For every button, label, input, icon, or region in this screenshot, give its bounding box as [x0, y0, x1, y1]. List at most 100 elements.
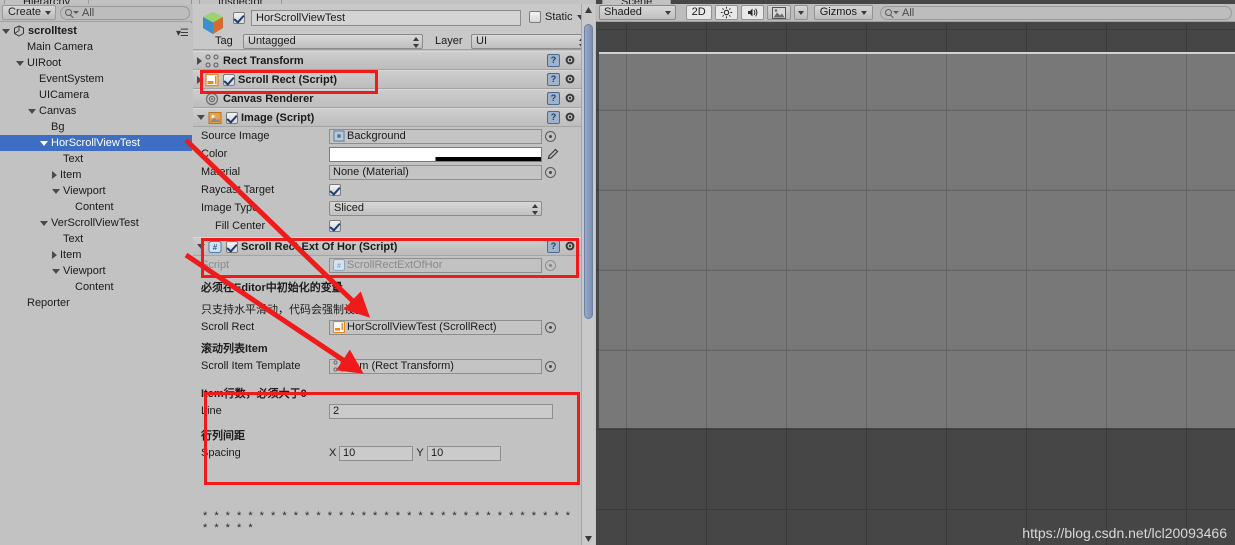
chevron-down-icon: [797, 10, 804, 15]
component-header-scroll-rect-ext[interactable]: # Scroll Rect Ext Of Hor (Script) ?: [193, 237, 581, 256]
component-header-scroll-rect[interactable]: Scroll Rect (Script) ?: [193, 70, 581, 89]
scroll-down-arrow[interactable]: [582, 532, 595, 545]
chevron-down-icon[interactable]: [40, 140, 48, 146]
chevron-right-icon[interactable]: [52, 171, 57, 179]
hierarchy-item-reporter[interactable]: Reporter: [0, 295, 192, 311]
scroll-rect-enabled-checkbox[interactable]: [223, 73, 235, 86]
component-header-rect-transform[interactable]: Rect Transform ?: [193, 51, 581, 70]
toggle-2d-button[interactable]: 2D: [685, 5, 712, 20]
hierarchy-item-main-camera[interactable]: Main Camera: [0, 39, 192, 55]
effects-button[interactable]: [766, 5, 791, 20]
help-icon[interactable]: ?: [547, 54, 560, 67]
layer-dropdown[interactable]: UI: [471, 33, 589, 49]
image-icon: [208, 111, 222, 124]
hierarchy-item-bg[interactable]: Bg: [0, 119, 192, 135]
component-header-image[interactable]: Image (Script) ?: [193, 108, 581, 127]
color-field[interactable]: [329, 146, 542, 162]
chevron-down-icon[interactable]: [197, 244, 205, 249]
fill-center-checkbox[interactable]: [329, 220, 341, 232]
gear-icon[interactable]: [564, 111, 577, 124]
toggle-lighting-button[interactable]: [714, 5, 738, 20]
effects-dropdown-button[interactable]: [793, 5, 808, 20]
item-template-picker-icon[interactable]: [545, 360, 556, 372]
chevron-down-icon[interactable]: [197, 115, 205, 120]
hierarchy-item-item[interactable]: Item: [0, 247, 192, 263]
hierarchy-item-verscrollviewtest[interactable]: VerScrollViewTest: [0, 215, 192, 231]
create-button[interactable]: Create: [2, 5, 57, 20]
tag-dropdown[interactable]: Untagged: [243, 33, 423, 49]
hierarchy-scene-root[interactable]: scrolltest ▾☰: [0, 23, 192, 39]
line-input[interactable]: 2: [329, 403, 553, 419]
spacing-y-label: Y: [416, 447, 424, 459]
hierarchy-item-canvas[interactable]: Canvas: [0, 103, 192, 119]
hierarchy-item-label: Item: [60, 169, 82, 181]
help-icon[interactable]: ?: [547, 73, 560, 86]
item-template-field[interactable]: Item (Rect Transform): [329, 358, 542, 374]
gear-icon[interactable]: [564, 73, 577, 86]
hierarchy-item-text[interactable]: Text: [0, 151, 192, 167]
inspector-body[interactable]: Rect Transform ? Scroll Rect (Script) ?: [193, 51, 581, 545]
hierarchy-item-label: Text: [63, 153, 84, 165]
hierarchy-item-eventsystem[interactable]: EventSystem: [0, 71, 192, 87]
object-enabled-checkbox[interactable]: [233, 12, 245, 24]
inspector-scrollbar-thumb[interactable]: [584, 24, 593, 319]
hierarchy-tree[interactable]: scrolltest ▾☰ Main Camera UIRoot EventSyst…: [0, 23, 192, 545]
chevron-down-icon[interactable]: [52, 268, 60, 274]
static-label: Static: [545, 11, 573, 23]
blog-watermark: https://blog.csdn.net/lcl20093466: [1022, 525, 1227, 541]
scene-viewport[interactable]: 垂直滑动测试 0 水平滑动测试 0 https://blog.csdn.net/…: [596, 23, 1235, 545]
hierarchy-item-content[interactable]: Content: [0, 199, 192, 215]
hierarchy-item-uiroot[interactable]: UIRoot: [0, 55, 192, 71]
hierarchy-search-input[interactable]: All: [60, 5, 190, 20]
object-name-field[interactable]: HorScrollViewTest: [251, 10, 521, 26]
gizmos-dropdown[interactable]: Gizmos: [813, 5, 873, 20]
scroll-rect-prop-picker-icon[interactable]: [545, 321, 556, 333]
chevron-down-icon[interactable]: [40, 220, 48, 226]
hierarchy-item-uicamera[interactable]: UICamera: [0, 87, 192, 103]
static-toggle-group[interactable]: Static: [529, 11, 585, 23]
inspector-scrollbar[interactable]: [581, 4, 595, 545]
spacing-y-input[interactable]: 10: [427, 445, 501, 461]
help-icon[interactable]: ?: [547, 111, 560, 124]
chevron-right-icon[interactable]: [197, 56, 202, 65]
image-enabled-checkbox[interactable]: [226, 111, 238, 124]
source-image-picker-icon[interactable]: [545, 130, 556, 142]
static-checkbox[interactable]: [529, 11, 541, 23]
hierarchy-item-label: UICamera: [39, 89, 90, 101]
raycast-target-checkbox[interactable]: [329, 184, 341, 196]
source-image-value: Background: [347, 129, 406, 142]
material-picker-icon[interactable]: [545, 166, 556, 178]
shading-mode-dropdown[interactable]: Shaded: [599, 5, 677, 20]
source-image-field[interactable]: Background: [329, 128, 542, 144]
gear-icon[interactable]: [564, 54, 577, 67]
hierarchy-item-text[interactable]: Text: [0, 231, 192, 247]
image-type-dropdown[interactable]: Sliced: [329, 200, 542, 216]
scroll-rect-ext-enabled-checkbox[interactable]: [226, 240, 238, 253]
hierarchy-item-viewport[interactable]: Viewport: [0, 263, 192, 279]
chevron-down-icon[interactable]: [52, 188, 60, 194]
gear-icon[interactable]: [564, 92, 577, 105]
help-icon[interactable]: ?: [547, 240, 560, 253]
chevron-right-icon[interactable]: [52, 251, 57, 259]
note-horizontal-only: 只支持水平滑动，代码会强制设置: [201, 304, 366, 316]
gear-icon[interactable]: [564, 240, 577, 253]
hierarchy-item-label: Text: [63, 233, 84, 245]
scroll-up-arrow[interactable]: [582, 4, 595, 17]
help-icon[interactable]: ?: [547, 92, 560, 105]
chevron-right-icon[interactable]: [197, 75, 202, 84]
hierarchy-item-content[interactable]: Content: [0, 279, 192, 295]
material-field[interactable]: None (Material): [329, 164, 542, 180]
chevron-down-icon[interactable]: [16, 60, 24, 66]
hierarchy-item-item[interactable]: Item: [0, 167, 192, 183]
spacing-x-input[interactable]: 10: [339, 445, 413, 461]
component-header-canvas-renderer[interactable]: Canvas Renderer ?: [193, 89, 581, 108]
hierarchy-item-label: Viewport: [63, 185, 106, 197]
scene-search-input[interactable]: All: [880, 5, 1232, 20]
scroll-rect-prop-field[interactable]: HorScrollViewTest (ScrollRect): [329, 319, 542, 335]
eyedropper-icon[interactable]: [546, 148, 559, 161]
hierarchy-item-viewport[interactable]: Viewport: [0, 183, 192, 199]
image-type-label: Image Type: [201, 202, 259, 214]
chevron-down-icon[interactable]: [28, 108, 36, 114]
toggle-audio-button[interactable]: [740, 5, 764, 20]
hierarchy-item-horscrollviewtest[interactable]: HorScrollViewTest: [0, 135, 192, 151]
